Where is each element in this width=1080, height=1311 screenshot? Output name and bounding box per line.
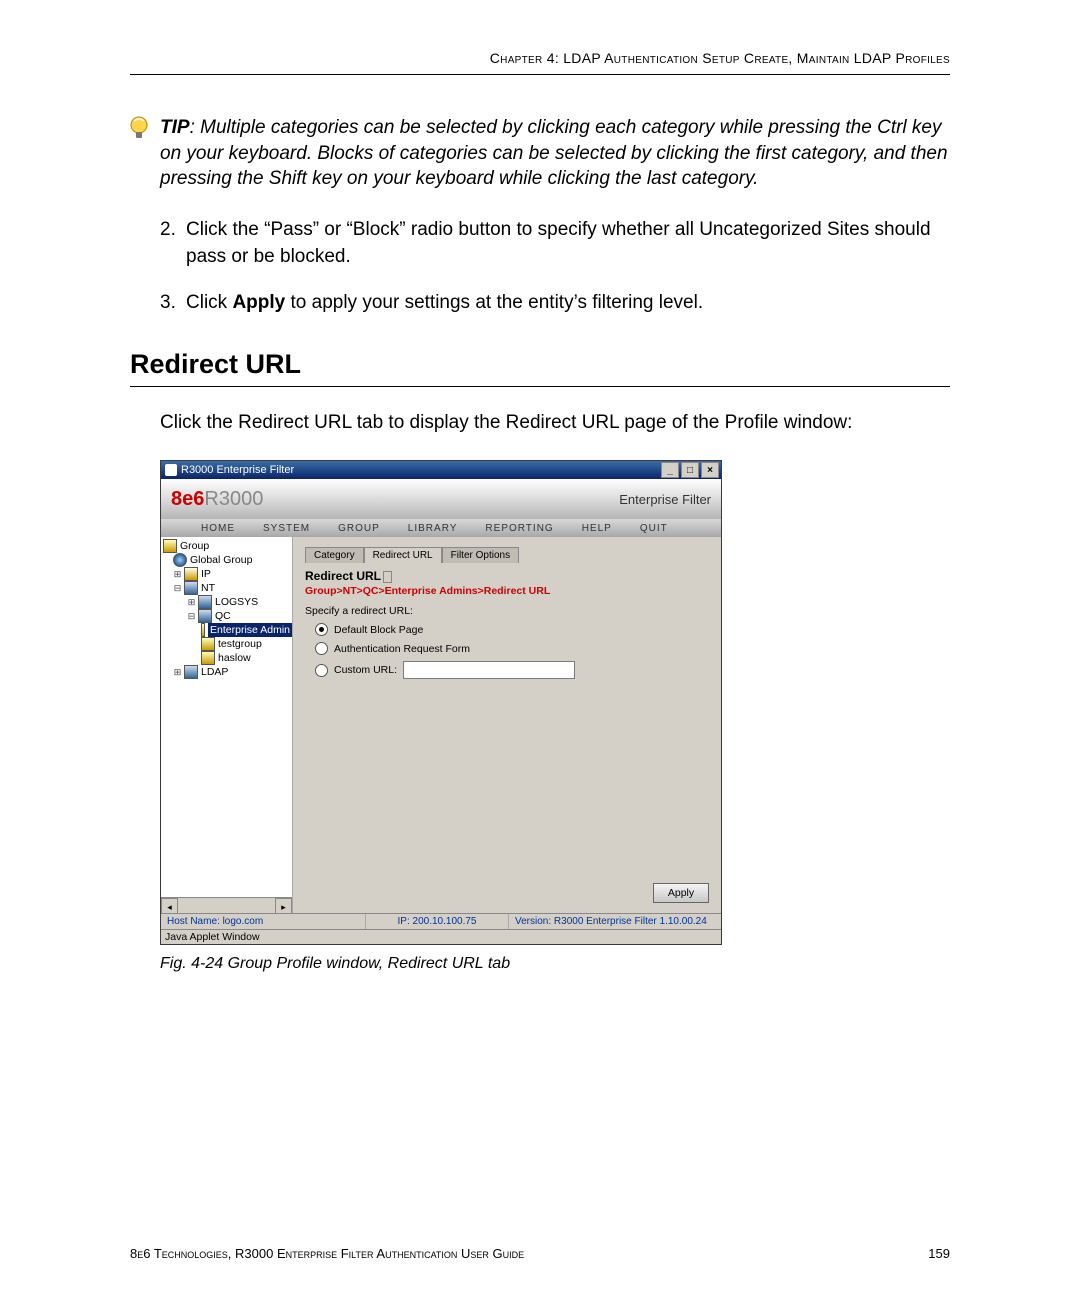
- status-ip: IP: 200.10.100.75: [366, 914, 509, 929]
- page-footer: 8e6 Technologies, R3000 Enterprise Filte…: [130, 1246, 950, 1261]
- collapse-icon[interactable]: ⊟: [187, 609, 196, 623]
- tree-ldap[interactable]: LDAP: [201, 665, 228, 679]
- content-panel: Category Redirect URL Filter Options Red…: [293, 537, 721, 913]
- tip-block: TIP: Multiple categories can be selected…: [160, 115, 950, 192]
- group-icon: [201, 651, 215, 665]
- java-applet-label: Java Applet Window: [161, 929, 721, 944]
- close-button[interactable]: ×: [701, 462, 719, 478]
- step-3: 3. Click Apply to apply your settings at…: [160, 289, 950, 317]
- brand-logo: 8e6R3000: [171, 488, 263, 511]
- status-host: Host Name: logo.com: [161, 914, 366, 929]
- custom-url-input[interactable]: [403, 661, 575, 679]
- users-icon: [184, 581, 198, 595]
- tree-nt[interactable]: NT: [201, 581, 215, 595]
- maximize-button[interactable]: □: [681, 462, 699, 478]
- step-2: 2. Click the “Pass” or “Block” radio but…: [160, 216, 950, 271]
- tree-testgroup[interactable]: testgroup: [218, 637, 262, 651]
- menu-help[interactable]: HELP: [582, 523, 612, 534]
- collapse-icon[interactable]: ⊟: [173, 581, 182, 595]
- menu-reporting[interactable]: REPORTING: [485, 523, 553, 534]
- section-heading-redirect-url: Redirect URL: [130, 349, 950, 387]
- menu-library[interactable]: LIBRARY: [408, 523, 458, 534]
- figure-screenshot: R3000 Enterprise Filter _ □ × 8e6R3000 E…: [160, 460, 950, 945]
- lightbulb-icon: [128, 115, 150, 143]
- globe-icon: [173, 553, 187, 567]
- expand-icon[interactable]: ⊞: [187, 595, 196, 609]
- scroll-left-icon[interactable]: ◂: [161, 898, 178, 913]
- window-titlebar: R3000 Enterprise Filter _ □ ×: [161, 461, 721, 479]
- radio-auth-request[interactable]: Authentication Request Form: [305, 642, 709, 655]
- expand-icon[interactable]: ⊞: [173, 567, 182, 581]
- app-window: R3000 Enterprise Filter _ □ × 8e6R3000 E…: [160, 460, 722, 945]
- apply-button[interactable]: Apply: [653, 883, 709, 903]
- tree-haslow[interactable]: haslow: [218, 651, 251, 665]
- tab-redirect-url[interactable]: Redirect URL: [364, 547, 442, 563]
- tree-qc[interactable]: QC: [215, 609, 231, 623]
- window-title: R3000 Enterprise Filter: [181, 464, 294, 476]
- app-icon: [165, 464, 177, 476]
- menu-system[interactable]: SYSTEM: [263, 523, 310, 534]
- minimize-button[interactable]: _: [661, 462, 679, 478]
- status-version: Version: R3000 Enterprise Filter 1.10.00…: [509, 914, 721, 929]
- radio-icon[interactable]: [315, 642, 328, 655]
- menu-quit[interactable]: QUIT: [640, 523, 668, 534]
- navigation-tree[interactable]: Group Global Group ⊞ IP ⊟ NT ⊞ LOGSYS ⊟ QC E…: [161, 537, 293, 913]
- group-icon: [163, 539, 177, 553]
- radio-custom-url[interactable]: Custom URL:: [305, 661, 709, 679]
- step-2-number: 2.: [160, 216, 186, 271]
- expand-icon[interactable]: ⊞: [173, 665, 182, 679]
- radio-custom-label: Custom URL:: [334, 664, 397, 676]
- tree-root[interactable]: Group: [180, 539, 209, 553]
- menu-home[interactable]: HOME: [201, 523, 235, 534]
- radio-auth-label: Authentication Request Form: [334, 643, 470, 655]
- tab-strip: Category Redirect URL Filter Options: [305, 547, 709, 563]
- users-icon: [184, 665, 198, 679]
- step-3-pre: Click: [186, 292, 232, 313]
- footer-page-number: 159: [928, 1246, 950, 1261]
- figure-caption: Fig. 4-24 Group Profile window, Redirect…: [160, 955, 950, 973]
- running-header: Chapter 4: LDAP Authentication Setup Cre…: [130, 50, 950, 75]
- group-icon: [201, 637, 215, 651]
- step-2-text: Click the “Pass” or “Block” radio button…: [186, 216, 950, 271]
- footer-left: 8e6 Technologies, R3000 Enterprise Filte…: [130, 1246, 524, 1261]
- scroll-right-icon[interactable]: ▸: [275, 898, 292, 913]
- step-3-post: to apply your settings at the entity’s f…: [285, 292, 703, 313]
- tree-global[interactable]: Global Group: [190, 553, 252, 567]
- section-label: Specify a redirect URL:: [305, 605, 709, 617]
- panel-badge: [383, 571, 392, 583]
- tip-text: : Multiple categories can be selected by…: [160, 117, 948, 189]
- radio-icon[interactable]: [315, 623, 328, 636]
- users-icon: [198, 595, 212, 609]
- menu-bar: HOME SYSTEM GROUP LIBRARY REPORTING HELP…: [161, 519, 721, 537]
- breadcrumb: Group>NT>QC>Enterprise Admins>Redirect U…: [305, 585, 709, 597]
- tree-ip[interactable]: IP: [201, 567, 211, 581]
- radio-default-block[interactable]: Default Block Page: [305, 623, 709, 636]
- status-bar: Host Name: logo.com IP: 200.10.100.75 Ve…: [161, 913, 721, 929]
- tree-enterprise-admin[interactable]: Enterprise Admin: [208, 623, 292, 637]
- menu-group[interactable]: GROUP: [338, 523, 380, 534]
- step-3-number: 3.: [160, 289, 186, 317]
- tree-scrollbar[interactable]: ◂ ▸: [161, 897, 292, 913]
- radio-icon[interactable]: [315, 664, 328, 677]
- intro-paragraph: Click the Redirect URL tab to display th…: [160, 409, 950, 437]
- tip-label: TIP: [160, 117, 190, 138]
- brand-bar: 8e6R3000 Enterprise Filter: [161, 479, 721, 519]
- panel-title: Redirect URL: [305, 569, 381, 583]
- tree-logsys[interactable]: LOGSYS: [215, 595, 258, 609]
- tab-category[interactable]: Category: [305, 547, 364, 563]
- step-3-bold: Apply: [232, 292, 285, 313]
- tab-filter-options[interactable]: Filter Options: [442, 547, 519, 563]
- radio-default-label: Default Block Page: [334, 624, 423, 636]
- folder-icon: [184, 567, 198, 581]
- users-icon: [198, 609, 212, 623]
- group-icon: [201, 623, 205, 637]
- brand-subtitle: Enterprise Filter: [619, 492, 711, 507]
